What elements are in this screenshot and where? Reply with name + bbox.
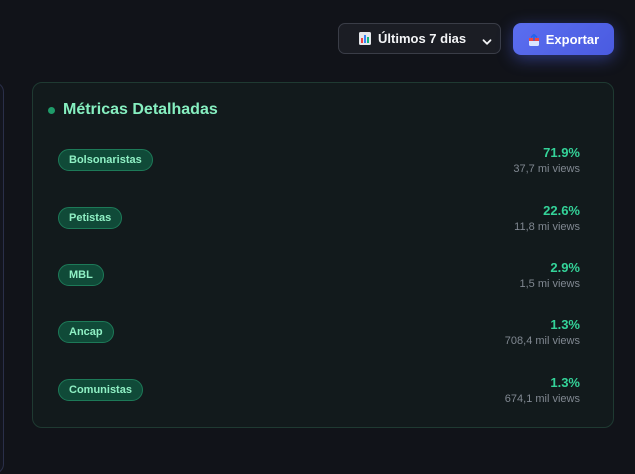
period-select[interactable]: Últimos 7 dias: [338, 23, 501, 54]
metric-views: 708,4 mil views: [504, 335, 580, 347]
metrics-card: Métricas Detalhadas Bolsonaristas 71.9% …: [32, 82, 614, 428]
metric-tag[interactable]: Ancap: [58, 321, 114, 343]
metric-percent: 1.3%: [550, 375, 580, 390]
metric-row: Petistas 22.6% 11,8 mi views: [33, 203, 613, 247]
chevron-down-icon: [482, 34, 492, 45]
export-icon: [528, 33, 540, 46]
metric-row: Bolsonaristas 71.9% 37,7 mi views: [33, 145, 613, 189]
export-button[interactable]: Exportar: [513, 23, 614, 55]
left-panel-edge: [0, 82, 4, 474]
status-dot-icon: [48, 106, 55, 114]
metric-tag[interactable]: MBL: [58, 264, 104, 286]
metric-views: 11,8 mi views: [514, 221, 580, 233]
metric-row: Comunistas 1.3% 674,1 mil views: [33, 375, 613, 419]
metric-views: 674,1 mil views: [504, 393, 580, 405]
metric-tag[interactable]: Comunistas: [58, 379, 143, 401]
metric-views: 1,5 mi views: [519, 278, 580, 290]
card-header: Métricas Detalhadas: [48, 101, 218, 119]
metric-percent: 22.6%: [543, 203, 580, 218]
period-select-label: Últimos 7 dias: [378, 31, 467, 46]
metric-tag[interactable]: Petistas: [58, 207, 123, 229]
metric-row: MBL 2.9% 1,5 mi views: [33, 260, 613, 304]
metric-row: Ancap 1.3% 708,4 mil views: [33, 317, 613, 361]
card-title: Métricas Detalhadas: [63, 101, 218, 118]
metric-views: 37,7 mi views: [513, 163, 580, 175]
metric-tag[interactable]: Bolsonaristas: [58, 149, 153, 171]
calendar-chart-icon: [359, 32, 371, 45]
export-button-label: Exportar: [545, 31, 600, 47]
metric-percent: 1.3%: [550, 317, 580, 332]
metric-percent: 71.9%: [543, 145, 580, 160]
metric-percent: 2.9%: [550, 260, 580, 275]
